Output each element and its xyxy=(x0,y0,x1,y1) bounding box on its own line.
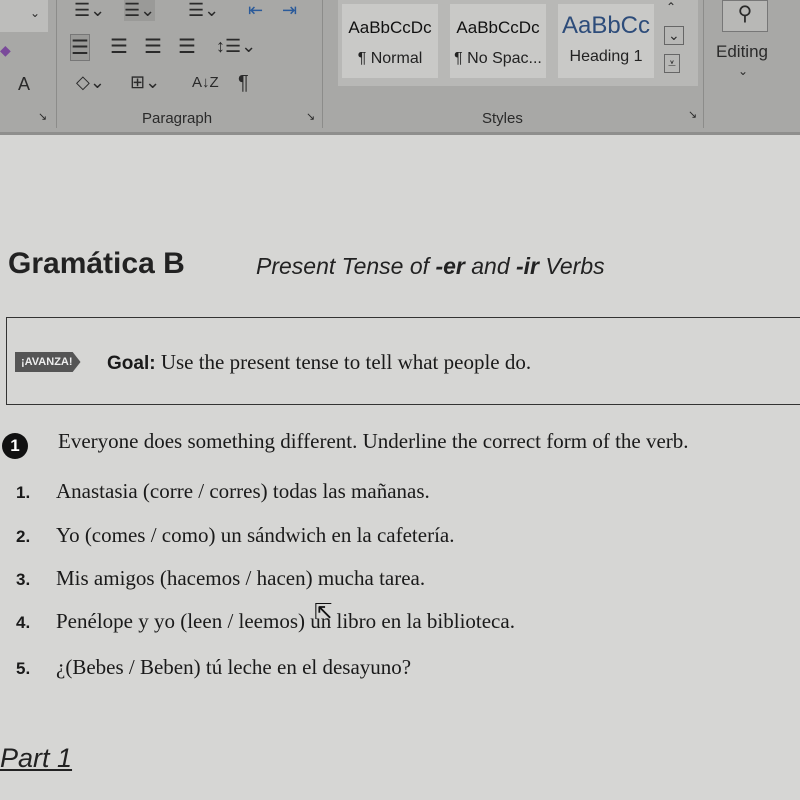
align-left-icon[interactable]: ☰ xyxy=(70,34,90,61)
find-button[interactable]: ⚲ xyxy=(722,0,768,32)
ribbon: ⌄ ◆ A ↘ ☰⌄ ☰⌄ ☰⌄ ⇤ ⇥ ☰ ☰ ☰ ☰ ↕☰⌄ ◇⌄ ⊞⌄ A… xyxy=(0,0,800,135)
list-item: 3. Mis amigos (hacemos / hacen) mucha tar… xyxy=(16,566,425,591)
style-preview: AaBbCc xyxy=(561,12,651,39)
style-name: Heading 1 xyxy=(569,48,643,65)
justify-icon[interactable]: ☰ xyxy=(178,34,196,59)
goal-box: ¡AVANZA! Goal: Use the present tense to … xyxy=(6,317,800,405)
search-icon: ⚲ xyxy=(737,3,753,25)
goal-description: Use the present tense to tell what peopl… xyxy=(155,350,532,374)
align-center-icon[interactable]: ☰ xyxy=(110,34,128,59)
styles-scroll-up[interactable]: ⌃ xyxy=(666,0,676,14)
item-text: Mis amigos (hacemos / hacen) mucha tarea… xyxy=(56,566,426,590)
item-number: 1. xyxy=(16,483,31,502)
styles-dialog-launcher[interactable]: ↘ xyxy=(688,108,697,121)
styles-group-label: Styles xyxy=(482,110,523,127)
list-item: 5. ¿(Bebes / Beben) tú leche en el desayu… xyxy=(16,655,411,680)
list-item: 4. Penélope y yo (leen / leemos) un libro… xyxy=(16,609,515,634)
style-preview: AaBbCcDc xyxy=(348,18,432,37)
item-number: 5. xyxy=(16,659,31,678)
style-name: ¶ Normal xyxy=(357,50,423,67)
shading-icon[interactable]: ◇⌄ xyxy=(76,72,105,93)
paragraph-group-label: Paragraph xyxy=(142,110,213,127)
subtitle-er: -er xyxy=(435,253,465,279)
goal-label: Goal: xyxy=(107,353,156,374)
subtitle-text: Verbs xyxy=(539,253,605,279)
decrease-indent-icon[interactable]: ⇤ xyxy=(248,0,263,21)
editing-button[interactable]: Editing xyxy=(716,42,768,62)
item-number: 2. xyxy=(16,527,31,546)
item-text: Yo (comes / como) un sándwich en la cafe… xyxy=(56,523,455,547)
activity-number: 1 xyxy=(2,433,28,459)
style-no-spacing[interactable]: AaBbCcDc ¶ No Spac... xyxy=(450,4,546,78)
style-name: ¶ No Spac... xyxy=(454,50,542,67)
font-dialog-launcher[interactable]: ↘ xyxy=(38,110,47,123)
font-size-dropdown[interactable]: ⌄ xyxy=(0,0,48,32)
borders-icon[interactable]: ⊞⌄ xyxy=(130,72,160,93)
show-formatting-button[interactable]: ¶ xyxy=(238,72,249,95)
item-text: Penélope y yo (leen / leemos) un libro e… xyxy=(56,609,515,633)
eraser-icon[interactable]: ◆ xyxy=(0,42,11,59)
part-heading: Part 1 xyxy=(0,743,73,773)
multilevel-list-icon[interactable]: ☰⌄ xyxy=(188,0,219,21)
numbering-icon[interactable]: ☰⌄ xyxy=(124,0,156,21)
item-text: ¿(Bebes / Beben) tú leche en el desayuno… xyxy=(56,655,412,679)
page-subtitle: Present Tense of -er and -ir Verbs xyxy=(256,253,605,280)
mouse-cursor-icon: ⇱ xyxy=(314,599,333,624)
avanza-badge: ¡AVANZA! xyxy=(15,352,81,372)
styles-scroll-down[interactable]: ⌄ xyxy=(664,26,684,45)
item-text: Anastasia (corre / corres) todas las mañ… xyxy=(56,479,430,503)
list-item: 2. Yo (comes / como) un sándwich en la ca… xyxy=(16,523,455,548)
instructions: Everyone does something different. Under… xyxy=(58,429,689,453)
paragraph-dialog-launcher[interactable]: ↘ xyxy=(306,110,315,123)
subtitle-text: Present Tense of xyxy=(256,253,436,279)
increase-indent-icon[interactable]: ⇥ xyxy=(282,0,297,21)
page-title: Gramática B xyxy=(8,247,185,280)
subtitle-ir: -ir xyxy=(516,253,539,279)
align-right-icon[interactable]: ☰ xyxy=(144,34,162,59)
subtitle-text: and xyxy=(464,253,516,279)
item-number: 3. xyxy=(16,570,31,589)
style-preview: AaBbCcDc xyxy=(456,18,540,37)
style-normal[interactable]: AaBbCcDc ¶ Normal xyxy=(342,4,438,78)
styles-gallery: AaBbCcDc ¶ Normal AaBbCcDc ¶ No Spac... Aa… xyxy=(338,0,698,86)
line-spacing-icon[interactable]: ↕☰⌄ xyxy=(216,36,256,57)
sort-button[interactable]: A↓Z xyxy=(192,74,219,91)
styles-more[interactable]: ⩡ xyxy=(664,54,680,73)
list-item: 1. Anastasia (corre / corres) todas las m… xyxy=(16,479,430,504)
document-page: Gramática B Present Tense of -er and -ir… xyxy=(0,135,800,800)
chevron-down-icon[interactable]: ⌄ xyxy=(738,64,748,78)
grow-font-button[interactable]: A xyxy=(18,74,30,95)
bullets-icon[interactable]: ☰⌄ xyxy=(74,0,105,21)
style-heading-1[interactable]: AaBbCc Heading 1 xyxy=(558,4,654,78)
goal-text: Goal: Use the present tense to tell what… xyxy=(107,350,531,375)
item-number: 4. xyxy=(16,613,31,632)
